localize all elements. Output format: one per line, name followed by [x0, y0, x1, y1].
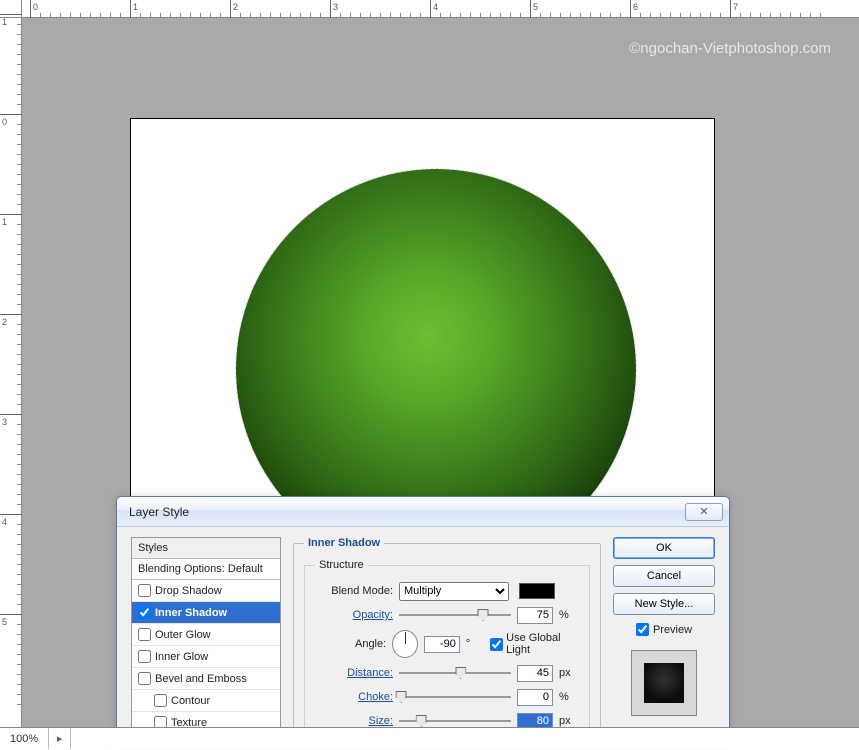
- opacity-label[interactable]: Opacity:: [315, 609, 393, 621]
- style-checkbox-inner-glow[interactable]: [138, 650, 151, 663]
- distance-field[interactable]: [517, 665, 553, 682]
- preview-thumbnail: [631, 650, 697, 716]
- style-row-drop-shadow[interactable]: Drop Shadow: [132, 580, 280, 602]
- choke-label[interactable]: Choke:: [315, 691, 393, 703]
- deg-unit: °: [466, 638, 484, 650]
- style-label-inner-glow: Inner Glow: [155, 651, 208, 663]
- ok-button[interactable]: OK: [613, 537, 715, 559]
- styles-header[interactable]: Styles: [132, 538, 280, 559]
- px-unit: px: [559, 667, 579, 679]
- angle-label: Angle:: [315, 638, 386, 650]
- preview-toggle[interactable]: Preview: [636, 623, 692, 636]
- size-slider[interactable]: [399, 714, 511, 728]
- cancel-button[interactable]: Cancel: [613, 565, 715, 587]
- preview-label: Preview: [653, 624, 692, 636]
- distance-label[interactable]: Distance:: [315, 667, 393, 679]
- style-checkbox-outer-glow[interactable]: [138, 628, 151, 641]
- workspace: 01234567 1012345 ©ngochan-Vietphotoshop.…: [0, 0, 859, 749]
- style-checkbox-contour[interactable]: [154, 694, 167, 707]
- pct-unit: %: [559, 609, 579, 621]
- style-label-drop-shadow: Drop Shadow: [155, 585, 222, 597]
- style-label-outer-glow: Outer Glow: [155, 629, 211, 641]
- use-global-checkbox[interactable]: [490, 638, 503, 651]
- close-icon: ✕: [699, 505, 708, 518]
- inner-shadow-section: Inner Shadow Structure Blend Mode: Multi…: [293, 537, 601, 745]
- choke-slider[interactable]: [399, 690, 511, 704]
- use-global-light[interactable]: Use Global Light: [490, 632, 579, 656]
- style-row-inner-glow[interactable]: Inner Glow: [132, 646, 280, 668]
- dialog-right-column: OK Cancel New Style... Preview: [613, 537, 715, 745]
- angle-field[interactable]: [424, 636, 460, 653]
- preview-checkbox[interactable]: [636, 623, 649, 636]
- blend-mode-select[interactable]: Multiply: [399, 582, 509, 601]
- preview-sample: [644, 663, 684, 703]
- zoom-field[interactable]: 100%: [0, 728, 49, 749]
- style-label-bevel-emboss: Bevel and Emboss: [155, 673, 247, 685]
- style-row-outer-glow[interactable]: Outer Glow: [132, 624, 280, 646]
- use-global-label: Use Global Light: [506, 632, 579, 656]
- structure-group: Structure Blend Mode: Multiply Opacity:: [304, 559, 590, 744]
- dialog-titlebar[interactable]: Layer Style ✕: [117, 497, 729, 527]
- style-checkbox-drop-shadow[interactable]: [138, 584, 151, 597]
- shadow-color-swatch[interactable]: [519, 583, 555, 599]
- style-row-contour[interactable]: Contour: [132, 690, 280, 712]
- styles-list: Styles Blending Options: Default Drop Sh…: [131, 537, 281, 745]
- status-bar: 100% ▸: [0, 727, 859, 749]
- blending-options-row[interactable]: Blending Options: Default: [132, 559, 280, 580]
- statusbar-chevron-icon[interactable]: ▸: [49, 728, 71, 749]
- watermark: ©ngochan-Vietphotoshop.com: [629, 40, 831, 57]
- ruler-vertical[interactable]: 1012345: [0, 18, 22, 727]
- settings-panel: Inner Shadow Structure Blend Mode: Multi…: [293, 537, 601, 745]
- ruler-corner: [0, 0, 22, 18]
- style-label-inner-shadow: Inner Shadow: [155, 607, 227, 619]
- style-label-contour: Contour: [171, 695, 210, 707]
- pct-unit-2: %: [559, 691, 579, 703]
- structure-legend: Structure: [315, 559, 368, 571]
- angle-dial[interactable]: [392, 630, 418, 658]
- size-label[interactable]: Size:: [315, 715, 393, 727]
- blend-mode-label: Blend Mode:: [315, 585, 393, 597]
- opacity-slider[interactable]: [399, 608, 511, 622]
- style-checkbox-inner-shadow[interactable]: [138, 606, 151, 619]
- layer-style-dialog: Layer Style ✕ Styles Blending Options: D…: [116, 496, 730, 746]
- style-checkbox-bevel-emboss[interactable]: [138, 672, 151, 685]
- style-row-inner-shadow[interactable]: Inner Shadow: [132, 602, 280, 624]
- new-style-button[interactable]: New Style...: [613, 593, 715, 615]
- opacity-field[interactable]: [517, 607, 553, 624]
- choke-field[interactable]: [517, 689, 553, 706]
- section-title: Inner Shadow: [304, 537, 384, 549]
- dialog-body: Styles Blending Options: Default Drop Sh…: [117, 527, 729, 745]
- dialog-title: Layer Style: [129, 505, 189, 519]
- distance-slider[interactable]: [399, 666, 511, 680]
- close-button[interactable]: ✕: [685, 503, 723, 521]
- ruler-horizontal[interactable]: 01234567: [22, 0, 859, 18]
- style-row-bevel-emboss[interactable]: Bevel and Emboss: [132, 668, 280, 690]
- px-unit-2: px: [559, 715, 579, 727]
